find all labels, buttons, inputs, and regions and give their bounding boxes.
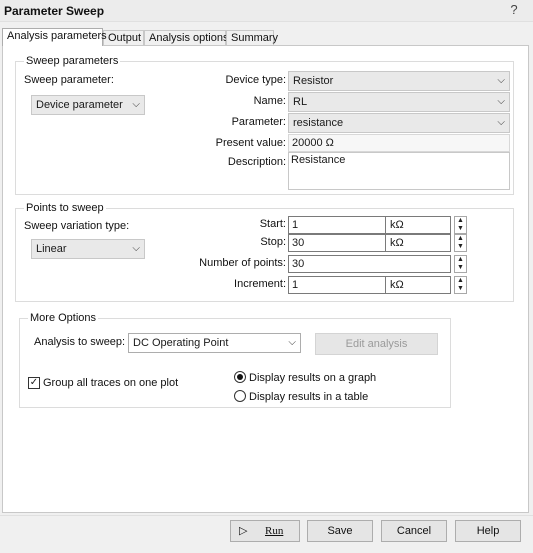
stop-spinner[interactable]: ▲ ▼ (454, 234, 467, 252)
device-type-label: Device type: (225, 74, 286, 86)
num-points-spinner[interactable]: ▲ ▼ (454, 255, 467, 273)
spin-down-icon[interactable]: ▼ (455, 225, 466, 233)
chevron-down-icon: ⌵ (497, 96, 505, 107)
analysis-to-sweep-value: DC Operating Point (133, 337, 229, 349)
sweep-parameter-label: Sweep parameter: (24, 74, 114, 86)
parameter-select[interactable]: resistance ⌵ (288, 113, 510, 133)
chevron-down-icon: ⌵ (132, 99, 140, 110)
sweep-parameters-legend: Sweep parameters (24, 55, 121, 67)
analysis-to-sweep-select[interactable]: DC Operating Point ⌵ (128, 333, 301, 353)
start-spinner[interactable]: ▲ ▼ (454, 216, 467, 234)
spin-up-icon[interactable]: ▲ (455, 235, 466, 243)
points-to-sweep-legend: Points to sweep (24, 202, 106, 214)
display-table-radio[interactable] (234, 390, 246, 402)
name-select[interactable]: RL ⌵ (288, 92, 510, 112)
run-button[interactable]: ▷ Run (230, 520, 300, 542)
tab-analysis-parameters[interactable]: Analysis parameters (2, 28, 107, 46)
increment-spinner[interactable]: ▲ ▼ (454, 276, 467, 294)
play-icon: ▷ (239, 525, 248, 537)
present-value-display: 20000 Ω (288, 134, 510, 152)
variation-type-value: Linear (36, 243, 67, 255)
footer-separator (0, 515, 533, 516)
increment-input[interactable]: 1 (288, 276, 386, 294)
increment-label: Increment: (234, 278, 286, 290)
increment-unit-field[interactable]: kΩ (386, 276, 451, 294)
start-label: Start: (259, 218, 286, 230)
variation-type-select[interactable]: Linear ⌵ (31, 239, 145, 259)
chevron-down-icon: ⌵ (497, 75, 505, 86)
description-field[interactable]: Resistance (288, 152, 510, 190)
chevron-down-icon: ⌵ (497, 117, 505, 128)
spin-up-icon[interactable]: ▲ (455, 256, 466, 264)
chevron-down-icon: ⌵ (132, 243, 140, 254)
run-label: Run (265, 525, 284, 537)
group-traces-label: Group all traces on one plot (43, 377, 179, 389)
cancel-button[interactable]: Cancel (381, 520, 447, 542)
spin-down-icon[interactable]: ▼ (455, 243, 466, 251)
start-unit-field[interactable]: kΩ (386, 216, 451, 234)
device-type-select[interactable]: Resistor ⌵ (288, 71, 510, 91)
stop-label: Stop: (260, 236, 286, 248)
num-points-label: Number of points: (199, 257, 286, 269)
parameter-value: resistance (293, 117, 344, 129)
spin-up-icon[interactable]: ▲ (455, 217, 466, 225)
question-mark-icon[interactable]: ? (506, 2, 522, 18)
analysis-to-sweep-label: Analysis to sweep: (34, 336, 126, 348)
display-graph-radio[interactable] (234, 371, 246, 383)
parameter-label: Parameter: (231, 116, 286, 128)
stop-input[interactable]: 30 (288, 234, 386, 252)
variation-type-label: Sweep variation type: (24, 220, 130, 232)
display-table-label: Display results in a table (249, 391, 369, 403)
window-title: Parameter Sweep (4, 4, 105, 18)
sweep-parameter-value: Device parameter (36, 99, 123, 111)
help-button[interactable]: Help (455, 520, 521, 542)
name-label: Name: (253, 95, 286, 107)
sweep-parameter-select[interactable]: Device parameter ⌵ (31, 95, 145, 115)
start-input[interactable]: 1 (288, 216, 386, 234)
display-graph-label: Display results on a graph (249, 372, 377, 384)
present-value-label: Present value: (215, 137, 286, 149)
chevron-down-icon: ⌵ (288, 337, 296, 348)
device-type-value: Resistor (293, 75, 334, 87)
name-value: RL (293, 96, 308, 108)
group-traces-checkbox[interactable]: ✓ (28, 377, 40, 389)
description-label: Description: (227, 156, 286, 168)
save-button[interactable]: Save (307, 520, 373, 542)
spin-down-icon[interactable]: ▼ (455, 285, 466, 293)
spin-down-icon[interactable]: ▼ (455, 264, 466, 272)
stop-unit-field[interactable]: kΩ (386, 234, 451, 252)
more-options-legend: More Options (28, 312, 99, 324)
num-points-input[interactable]: 30 (288, 255, 451, 273)
edit-analysis-button[interactable]: Edit analysis (315, 333, 438, 355)
spin-up-icon[interactable]: ▲ (455, 277, 466, 285)
